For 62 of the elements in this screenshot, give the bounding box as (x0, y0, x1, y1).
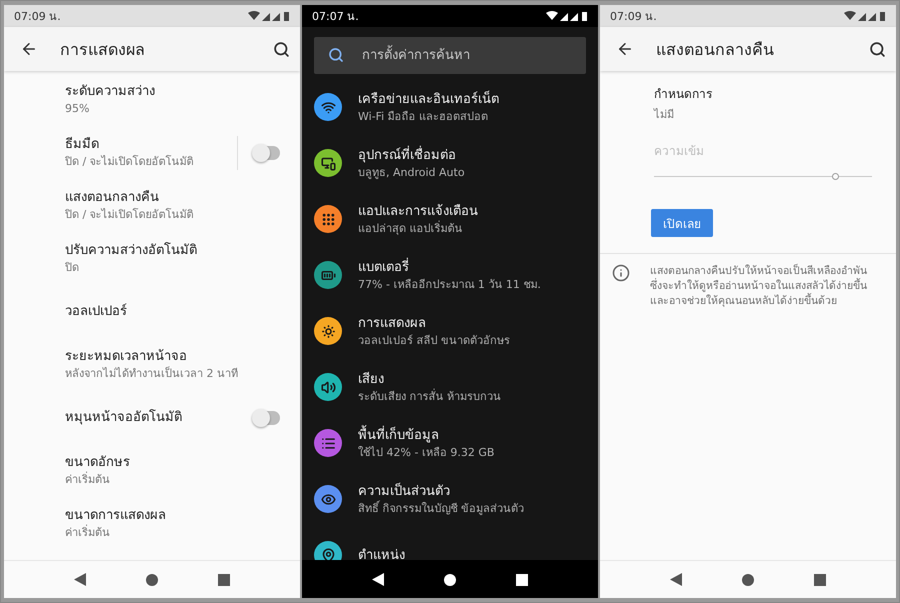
setting-title[interactable]: วอลเปเปอร์ (65, 303, 280, 320)
back-icon[interactable] (74, 573, 86, 586)
setting-title[interactable]: ขนาดอักษร (65, 454, 280, 471)
info-icon (612, 264, 630, 282)
status-time: 07:09 น. (14, 9, 61, 25)
status-time: 07:09 น. (610, 9, 657, 25)
search-field[interactable]: การตั้งค่าการค้นหา (314, 37, 586, 74)
setting-title[interactable]: พื้นที่เก็บข้อมูล (358, 426, 578, 444)
setting-title[interactable]: แอปและการแจ้งเตือน (358, 202, 578, 220)
setting-summary: ปิด (65, 261, 80, 275)
setting-summary: หลังจากไม่ได้ทำงานเป็นเวลา 2 นาที (65, 367, 239, 381)
setting-title[interactable]: แบตเตอรี่ (358, 258, 578, 276)
home-icon[interactable] (444, 574, 456, 586)
setting-title[interactable]: ระยะหมดเวลาหน้าจอ (65, 348, 280, 365)
setting-title[interactable]: ขนาดการแสดงผล (65, 507, 280, 524)
overview-icon[interactable] (218, 574, 230, 586)
overview-icon[interactable] (516, 574, 528, 586)
setting-summary: สิทธิ์ กิจกรรมในบัญชี ข้อมูลส่วนตัว (358, 502, 525, 516)
setting-title[interactable]: ปรับความสว่างอัตโนมัติ (65, 242, 280, 259)
home-icon[interactable] (146, 574, 158, 586)
setting-summary: ค่าเริ่มต้น (65, 526, 111, 540)
status-time: 07:07 น. (312, 9, 359, 25)
setting-title[interactable]: ความเป็นส่วนตัว (358, 482, 578, 500)
back-icon[interactable] (372, 573, 384, 586)
home-icon[interactable] (742, 574, 754, 586)
setting-title[interactable]: ธีมมืด (65, 136, 221, 153)
back-icon[interactable] (670, 573, 682, 586)
setting-title[interactable]: อุปกรณ์ที่เชื่อมต่อ (358, 146, 578, 164)
setting-title[interactable]: การแสดงผล (358, 314, 578, 332)
setting-summary: 77% - เหลืออีกประมาณ 1 วัน 11 ชม. (358, 278, 542, 292)
status-icons (248, 11, 292, 21)
setting-summary: ปิด / จะไม่เปิดโดยอัตโนมัติ (65, 208, 195, 222)
overview-icon[interactable] (814, 574, 826, 586)
screen-title: แสงตอนกลางคืน (656, 38, 775, 60)
setting-summary: บลูทูธ, Android Auto (358, 166, 466, 180)
setting-summary: วอลเปเปอร์ สลีป ขนาดตัวอักษร (358, 334, 511, 348)
setting-summary: แอปล่าสุด แอปเริ่มต้น (358, 222, 464, 236)
info-text: แสงตอนกลางคืนปรับให้หน้าจอเป็นสีเหลืองอำพัน ซึ่งจะทำให้ดูหรืออ่านหน้าจอในแสงสลัวได้ง่ายขึ้น และอาจช่วยให้คุณนอนหลับได้ง่ายขึ้นด้วย (650, 264, 868, 309)
setting-summary: ค่าเริ่มต้น (65, 473, 111, 487)
setting-title[interactable]: เครือข่ายและอินเทอร์เน็ต (358, 90, 578, 108)
search-icon[interactable] (869, 40, 886, 58)
setting-summary: ปิด / จะไม่เปิดโดยอัตโนมัติ (65, 155, 195, 169)
toggle-switch[interactable] (254, 410, 280, 424)
setting-summary: ไม่มี (654, 107, 675, 123)
setting-title[interactable]: กำหนดการ (654, 84, 876, 103)
search-icon (328, 47, 344, 63)
screen-title: การแสดงผล (60, 38, 146, 60)
setting-title[interactable]: ตำแหน่ง (358, 546, 578, 560)
setting-summary: 95% (65, 102, 90, 116)
status-icons (844, 11, 888, 21)
setting-summary: ระดับเสียง การสั่น ห้ามรบกวน (358, 390, 502, 404)
setting-title[interactable]: เสียง (358, 370, 578, 388)
setting-title[interactable]: หมุนหน้าจออัตโนมัติ (65, 409, 238, 426)
turn-on-button[interactable]: เปิดเลย (651, 209, 713, 237)
setting-title[interactable]: แสงตอนกลางคืน (65, 189, 280, 206)
setting-summary: Wi-Fi มือถือ และฮอตสปอต (358, 110, 490, 124)
toggle-switch[interactable] (254, 146, 280, 160)
search-icon[interactable] (273, 40, 290, 58)
setting-title[interactable]: ระดับความสว่าง (65, 83, 280, 100)
setting-summary: ใช้ไป 42% - เหลือ 9.32 GB (358, 446, 496, 460)
status-icons (546, 11, 590, 21)
slider-label: ความเข้ม (654, 143, 705, 160)
